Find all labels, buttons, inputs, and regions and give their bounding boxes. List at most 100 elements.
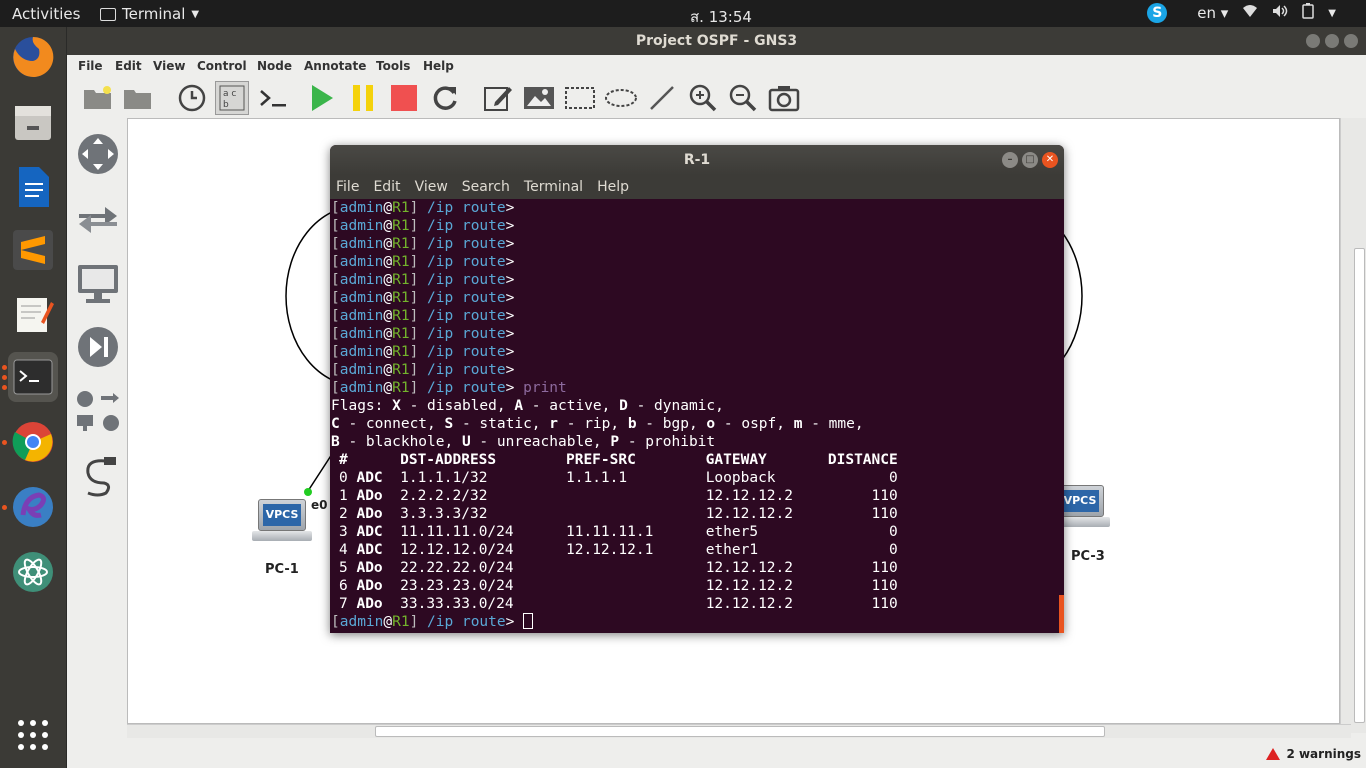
folder-icon[interactable]: [121, 81, 155, 115]
files-icon[interactable]: [8, 97, 58, 147]
end-devices-icon[interactable]: [75, 260, 121, 306]
gns3-icon[interactable]: [8, 482, 58, 532]
menu-edit[interactable]: Edit: [115, 59, 142, 73]
draw-rectangle-icon[interactable]: [563, 81, 597, 115]
pc1-label[interactable]: PC-1: [265, 562, 299, 577]
terminal-window-controls: – □ ✕: [1002, 152, 1058, 168]
app-grid-icon[interactable]: [8, 710, 58, 760]
battery-icon[interactable]: [1302, 3, 1315, 23]
flag-letter: D: [619, 398, 628, 414]
terminal-menu-file[interactable]: File: [336, 179, 359, 195]
screenshot-icon[interactable]: [767, 81, 801, 115]
terminal-window[interactable]: R-1 – □ ✕ File Edit View Search Terminal…: [330, 145, 1064, 633]
console-icon[interactable]: [257, 81, 291, 115]
maximize-button[interactable]: [1325, 34, 1339, 48]
language-indicator[interactable]: en ▾: [1197, 4, 1228, 22]
prompt-line: [admin@R1] /ip route>: [331, 235, 514, 253]
power-menu-chevron-icon[interactable]: ▼: [1328, 8, 1336, 19]
vertical-scroll-thumb[interactable]: [1354, 248, 1365, 723]
pc1-node[interactable]: VPCS: [252, 499, 312, 541]
menu-node[interactable]: Node: [257, 59, 292, 73]
skype-icon[interactable]: S: [1147, 3, 1168, 23]
activities-button[interactable]: Activities: [12, 5, 80, 23]
prompt-at: @: [383, 344, 393, 360]
reload-icon[interactable]: [428, 81, 462, 115]
menu-file[interactable]: File: [78, 59, 103, 73]
atom-icon[interactable]: [8, 547, 58, 597]
menu-control[interactable]: Control: [197, 59, 247, 73]
maximize-button[interactable]: □: [1022, 152, 1038, 168]
prompt-at: @: [383, 614, 393, 630]
warnings-indicator[interactable]: 2 warnings: [1266, 747, 1361, 761]
flag-letter: U: [461, 434, 471, 450]
table-row: 0 ADC 1.1.1.1/32 1.1.1.1 Loopback 0: [339, 469, 898, 487]
terminal-icon[interactable]: [8, 352, 58, 402]
route-number: 2: [339, 506, 357, 522]
writer-icon[interactable]: [8, 162, 58, 212]
terminal-menu-terminal[interactable]: Terminal: [524, 179, 583, 195]
horizontal-scrollbar[interactable]: [127, 724, 1351, 738]
stop-icon[interactable]: [387, 81, 421, 115]
pc3-label[interactable]: PC-3: [1071, 549, 1105, 564]
terminal-menu-help[interactable]: Help: [597, 179, 629, 195]
minimize-button[interactable]: [1306, 34, 1320, 48]
menu-tools[interactable]: Tools: [376, 59, 410, 73]
running-indicator: [2, 375, 7, 380]
prompt-path: /ip route: [418, 200, 506, 216]
volume-icon[interactable]: [1272, 4, 1288, 22]
draw-line-icon[interactable]: [645, 81, 679, 115]
pc3-node[interactable]: VPCS: [1050, 485, 1110, 527]
start-icon[interactable]: [305, 81, 339, 115]
zoom-out-icon[interactable]: [726, 81, 760, 115]
add-note-icon[interactable]: [481, 81, 515, 115]
draw-ellipse-icon[interactable]: [604, 81, 638, 115]
chrome-icon[interactable]: [8, 417, 58, 467]
menu-help[interactable]: Help: [423, 59, 454, 73]
firefox-icon[interactable]: [8, 32, 58, 82]
pc1-monitor: VPCS: [258, 499, 306, 531]
sublime-icon[interactable]: [8, 225, 58, 275]
horizontal-scroll-thumb[interactable]: [375, 726, 1105, 737]
route-pref-src: 1.1.1.1: [566, 470, 706, 486]
prompt-host: R1: [392, 272, 410, 288]
route-pref-src: [566, 488, 706, 504]
terminal-output[interactable]: [admin@R1] /ip route> [admin@R1] /ip rout…: [330, 199, 1064, 633]
terminal-scrollbar[interactable]: [1059, 595, 1064, 633]
close-button[interactable]: ✕: [1042, 152, 1058, 168]
flag-text: - disabled,: [400, 398, 515, 414]
terminal-menu-edit[interactable]: Edit: [373, 179, 400, 195]
add-link-icon[interactable]: [75, 452, 121, 498]
terminal-titlebar[interactable]: R-1 – □ ✕: [330, 145, 1064, 175]
wifi-icon[interactable]: [1242, 4, 1258, 22]
prompt-at: @: [383, 290, 393, 306]
routers-icon[interactable]: [75, 131, 121, 177]
clock[interactable]: ส. 13:54: [690, 5, 752, 29]
switches-icon[interactable]: [75, 196, 121, 242]
route-flags: ADC: [356, 524, 401, 540]
prompt-bracket: [: [331, 380, 340, 396]
prompt-gt: >: [505, 272, 515, 288]
insert-image-icon[interactable]: [522, 81, 556, 115]
prompt-path: /ip route: [418, 362, 506, 378]
terminal-menu-search[interactable]: Search: [462, 179, 510, 195]
all-devices-icon[interactable]: [75, 389, 121, 435]
terminal-menu-view[interactable]: View: [415, 179, 448, 195]
prompt-user: admin: [339, 254, 384, 270]
security-devices-icon[interactable]: [75, 324, 121, 370]
show-labels-icon[interactable]: a cb: [215, 81, 249, 115]
clock-icon[interactable]: [175, 81, 209, 115]
menu-view[interactable]: View: [153, 59, 185, 73]
app-menu[interactable]: Terminal ▼: [100, 5, 199, 23]
text-editor-icon[interactable]: [8, 289, 58, 339]
menu-annotate[interactable]: Annotate: [304, 59, 366, 73]
minimize-button[interactable]: –: [1002, 152, 1018, 168]
prompt-at: @: [383, 236, 393, 252]
vertical-scrollbar[interactable]: [1340, 118, 1366, 733]
open-folder-icon[interactable]: [81, 81, 115, 115]
close-button[interactable]: [1344, 34, 1358, 48]
route-distance: 0: [827, 470, 898, 486]
zoom-in-icon[interactable]: [686, 81, 720, 115]
pause-icon[interactable]: [346, 81, 380, 115]
